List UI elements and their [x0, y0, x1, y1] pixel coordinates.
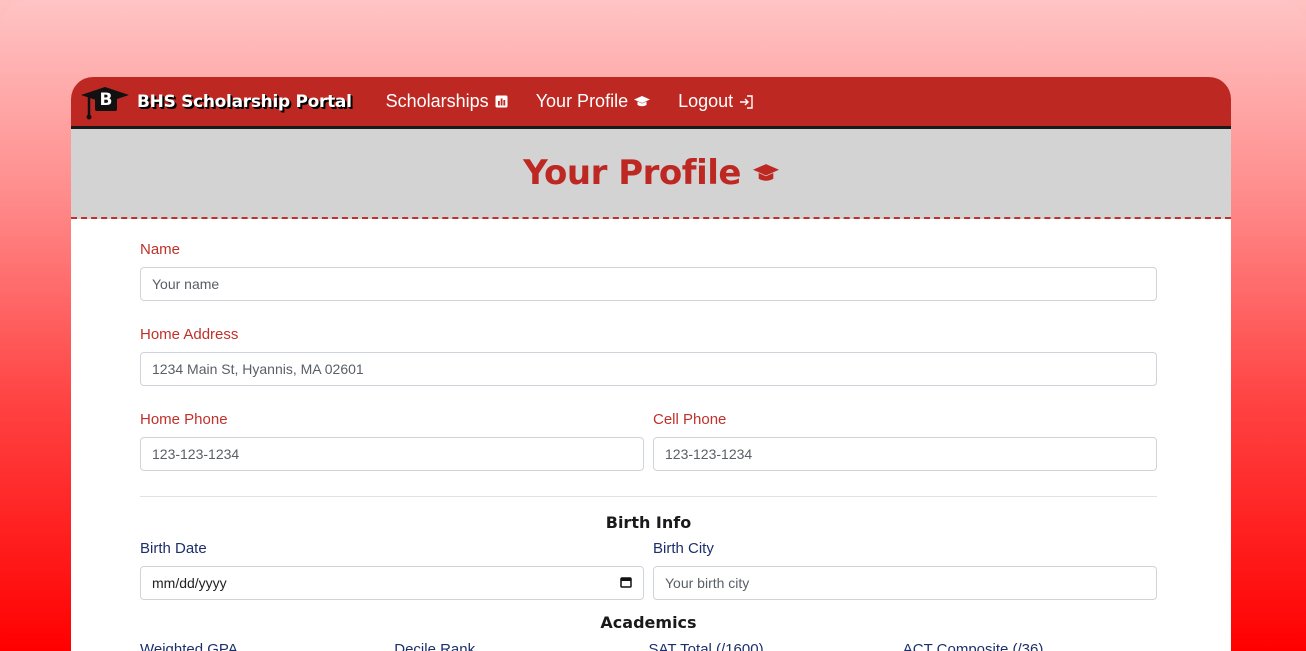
nav-your-profile[interactable]: Your Profile [535, 91, 651, 112]
svg-text:B: B [100, 90, 113, 110]
graduation-cap-icon [634, 95, 651, 108]
graduation-cap-icon [752, 162, 779, 184]
birth-row: Birth Date mm/dd/yyyy Birth City Your bi… [140, 540, 1157, 600]
home-address-input[interactable]: 1234 Main St, Hyannis, MA 02601 [140, 352, 1157, 386]
birth-city-label: Birth City [653, 540, 714, 557]
page-header: Your Profile [71, 129, 1231, 219]
birth-city-input[interactable]: Your birth city [653, 566, 1157, 600]
page-background: B BHS Scholarship Portal Scholarships Yo… [0, 0, 1306, 651]
calendar-icon[interactable] [620, 575, 632, 591]
sat-total-group: SAT Total (/1600) [649, 641, 903, 651]
page-title-text: Your Profile [523, 153, 741, 193]
birth-date-group: Birth Date mm/dd/yyyy [140, 540, 644, 600]
sign-in-icon [739, 94, 754, 109]
name-label: Name [140, 241, 181, 258]
nav-scholarships-label: Scholarships [385, 91, 489, 111]
navbar: B BHS Scholarship Portal Scholarships Yo… [71, 77, 1231, 129]
cell-phone-group: Cell Phone 123-123-1234 [653, 411, 1157, 471]
decile-rank-label: Decile Rank [394, 641, 476, 651]
birth-date-placeholder: mm/dd/yyyy [152, 575, 227, 591]
chart-icon [495, 95, 508, 108]
app-window: B BHS Scholarship Portal Scholarships Yo… [71, 77, 1231, 651]
academics-row: Weighted GPA Decile Rank SAT Total (/160… [140, 641, 1157, 651]
act-composite-label: ACT Composite (/36) [902, 641, 1044, 651]
name-input[interactable]: Your name [140, 267, 1157, 301]
address-group: Home Address 1234 Main St, Hyannis, MA 0… [140, 326, 1157, 386]
act-composite-group: ACT Composite (/36) [903, 641, 1157, 651]
divider [140, 496, 1157, 497]
nav-profile-label: Your Profile [535, 91, 629, 111]
birth-info-heading: Birth Info [605, 513, 692, 532]
nav-logout[interactable]: Logout [678, 91, 754, 112]
nav-logout-label: Logout [678, 91, 734, 111]
cell-phone-input[interactable]: 123-123-1234 [653, 437, 1157, 471]
home-phone-input[interactable]: 123-123-1234 [140, 437, 644, 471]
home-phone-group: Home Phone 123-123-1234 [140, 411, 644, 471]
home-address-label: Home Address [140, 326, 239, 343]
academics-heading: Academics [600, 613, 697, 632]
brand-title: BHS Scholarship Portal [137, 91, 352, 112]
weighted-gpa-label: Weighted GPA [140, 641, 238, 651]
page-title: Your Profile [523, 153, 779, 193]
decile-rank-group: Decile Rank [394, 641, 648, 651]
weighted-gpa-group: Weighted GPA [140, 641, 394, 651]
phone-row: Home Phone 123-123-1234 Cell Phone 123-1… [140, 411, 1157, 471]
graduation-cap-logo-icon: B [79, 83, 131, 121]
sat-total-label: SAT Total (/1600) [648, 641, 764, 651]
birth-city-group: Birth City Your birth city [653, 540, 1157, 600]
nav-scholarships[interactable]: Scholarships [386, 91, 508, 112]
birth-date-label: Birth Date [140, 540, 207, 557]
home-phone-label: Home Phone [140, 411, 228, 428]
birth-date-input[interactable]: mm/dd/yyyy [140, 566, 644, 600]
profile-form: Name Your name Home Address 1234 Main St… [71, 219, 1231, 651]
brand[interactable]: B BHS Scholarship Portal [79, 83, 352, 121]
cell-phone-label: Cell Phone [653, 411, 727, 428]
name-group: Name Your name [140, 241, 1157, 301]
